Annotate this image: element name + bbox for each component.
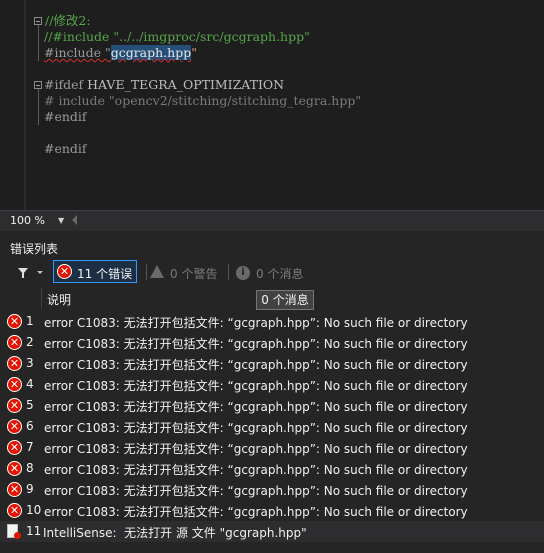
errors-count-label: 11 个错误: [77, 267, 133, 281]
row-description: error C1083: 无法打开包括文件: “gcgraph.hpp”: No…: [44, 442, 468, 456]
macro-name: HAVE_TEGRA_OPTIMIZATION: [87, 77, 285, 92]
code-editor[interactable]: //修改2: //#include "../../imgproc/src/gcg…: [0, 0, 544, 210]
ifdef-directive: #ifdef: [44, 77, 84, 92]
file-error-icon: [7, 524, 21, 539]
row-number: 10: [26, 503, 42, 517]
row-description: error C1083: 无法打开包括文件: “gcgraph.hpp”: No…: [44, 484, 468, 498]
row-description: error C1083: 无法打开包括文件: “gcgraph.hpp”: No…: [44, 316, 468, 330]
table-row[interactable]: ✕ 3 error C1083: 无法打开包括文件: “gcgraph.hpp”: …: [0, 353, 544, 374]
error-x-icon: ✕: [57, 264, 72, 279]
row-description: IntelliSense: 无法打开 源 文件 "gcgraph.hpp": [43, 526, 307, 540]
row-number: 8: [26, 461, 34, 475]
column-header-description[interactable]: 说明: [47, 291, 71, 308]
error-x-icon: ✕: [7, 335, 22, 350]
fold-guide: [38, 89, 39, 125]
error-x-icon: ✕: [7, 440, 22, 455]
table-row[interactable]: ✕ 10 error C1083: 无法打开包括文件: “gcgraph.hpp”:…: [0, 500, 544, 521]
warning-icon[interactable]: [150, 265, 164, 278]
table-row[interactable]: ✕ 2 error C1083: 无法打开包括文件: “gcgraph.hpp”: …: [0, 332, 544, 353]
errors-filter-button[interactable]: ✕ 11 个错误: [53, 260, 137, 283]
fold-guide: [38, 25, 39, 61]
filter-icon[interactable]: [18, 268, 28, 278]
table-row[interactable]: ✕ 4 error C1083: 无法打开包括文件: “gcgraph.hpp”: …: [0, 374, 544, 395]
table-row[interactable]: ✕ 1 error C1083: 无法打开包括文件: “gcgraph.hpp”: …: [0, 311, 544, 332]
chevron-down-icon[interactable]: [37, 271, 43, 274]
gutter-separator: [24, 0, 26, 210]
error-x-icon: ✕: [7, 377, 22, 392]
toolbar-separator: [146, 264, 147, 280]
chevron-down-icon: ▼: [58, 216, 65, 225]
error-x-icon: ✕: [7, 398, 22, 413]
warnings-count-label[interactable]: 0 个警告: [170, 265, 217, 282]
row-number: 6: [26, 419, 34, 433]
editor-gutter: [0, 0, 26, 210]
scroll-left-icon[interactable]: [72, 215, 77, 225]
code-line-endif: #endif: [44, 141, 87, 156]
table-row[interactable]: ✕ 9 error C1083: 无法打开包括文件: “gcgraph.hpp”: …: [0, 479, 544, 500]
row-number: 11: [26, 524, 42, 538]
row-number: 1: [26, 314, 34, 328]
column-separator[interactable]: [41, 288, 42, 309]
row-description: error C1083: 无法打开包括文件: “gcgraph.hpp”: No…: [44, 421, 468, 435]
zoom-dropdown[interactable]: 100 % ▼: [4, 213, 66, 229]
row-number: 5: [26, 398, 34, 412]
code-line-endif: #endif: [44, 109, 87, 124]
code-line-comment: //修改2:: [45, 13, 91, 28]
messages-count-label[interactable]: 0 个消息: [256, 265, 303, 282]
row-description: error C1083: 无法打开包括文件: “gcgraph.hpp”: No…: [44, 379, 468, 393]
error-x-icon: ✕: [7, 356, 22, 371]
error-x-icon: ✕: [7, 482, 22, 497]
selected-text: gcgraph.hpp: [110, 45, 192, 60]
row-number: 2: [26, 335, 34, 349]
error-list-table: ✕ 1 error C1083: 无法打开包括文件: “gcgraph.hpp”: …: [0, 311, 544, 542]
row-description: error C1083: 无法打开包括文件: “gcgraph.hpp”: No…: [44, 358, 468, 372]
panel-title: 错误列表: [10, 242, 59, 256]
row-description: error C1083: 无法打开包括文件: “gcgraph.hpp”: No…: [44, 400, 468, 414]
editor-statusbar: 100 % ▼: [0, 210, 544, 231]
row-number: 7: [26, 440, 34, 454]
fold-collapse-icon[interactable]: [34, 17, 42, 25]
code-line-inactive-include: # include "opencv2/stitching/stitching_t…: [44, 93, 362, 108]
row-description: error C1083: 无法打开包括文件: “gcgraph.hpp”: No…: [44, 337, 468, 351]
code-line-comment: //#include "../../imgproc/src/gcgraph.hp…: [44, 29, 310, 44]
error-x-icon: ✕: [7, 503, 22, 518]
table-row[interactable]: ✕ 7 error C1083: 无法打开包括文件: “gcgraph.hpp”: …: [0, 437, 544, 458]
row-number: 3: [26, 356, 34, 370]
row-number: 4: [26, 377, 34, 391]
row-number: 9: [26, 482, 34, 496]
error-x-icon: ✕: [7, 461, 22, 476]
error-x-icon: ✕: [7, 419, 22, 434]
table-row[interactable]: ✕ 8 error C1083: 无法打开包括文件: “gcgraph.hpp”: …: [0, 458, 544, 479]
tooltip: 0 个消息: [256, 290, 314, 310]
include-directive: #include ": [44, 45, 111, 60]
toolbar-separator: [228, 264, 229, 280]
row-description: error C1083: 无法打开包括文件: “gcgraph.hpp”: No…: [44, 463, 468, 477]
table-row[interactable]: ✕ 6 error C1083: 无法打开包括文件: “gcgraph.hpp”: …: [0, 416, 544, 437]
row-description: error C1083: 无法打开包括文件: “gcgraph.hpp”: No…: [44, 505, 468, 519]
table-row[interactable]: ✕ 5 error C1083: 无法打开包括文件: “gcgraph.hpp”: …: [0, 395, 544, 416]
code-line-ifdef: #ifdef HAVE_TEGRA_OPTIMIZATION: [44, 77, 284, 93]
include-quote: ": [191, 45, 197, 60]
code-line-include[interactable]: #include "gcgraph.hpp": [44, 45, 197, 61]
zoom-level: 100 %: [10, 214, 45, 227]
table-row[interactable]: 11 IntelliSense: 无法打开 源 文件 "gcgraph.hpp": [0, 521, 544, 542]
fold-collapse-icon[interactable]: [34, 81, 42, 89]
info-icon[interactable]: i: [236, 266, 250, 280]
error-x-icon: ✕: [7, 314, 22, 329]
